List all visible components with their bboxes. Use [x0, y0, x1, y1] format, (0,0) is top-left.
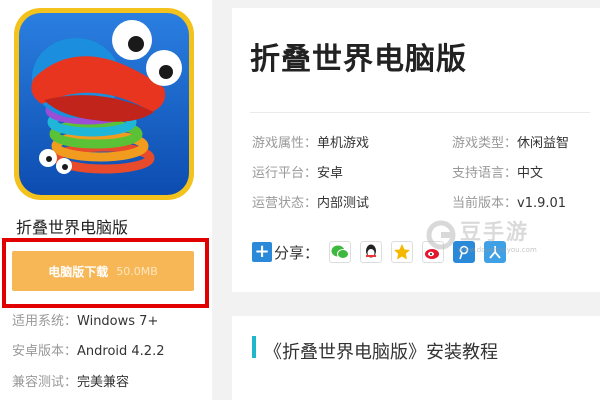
page-title: 折叠世界电脑版	[250, 42, 467, 77]
game-detail-card: 折叠世界电脑版 游戏属性：单机游戏 游戏类型：休闲益智 运行平台：安卓 支持语言…	[232, 8, 600, 292]
app-icon[interactable]	[14, 8, 194, 200]
prop-status-key: 运营状态：	[252, 196, 318, 211]
prop-status-value: 内部测试	[317, 196, 370, 211]
tutorial-card: 《折叠世界电脑版》安装教程	[232, 316, 600, 400]
prop-platform-value: 安卓	[317, 166, 344, 181]
qzone-icon[interactable]	[391, 241, 414, 263]
prop-version-key: 当前版本：	[452, 196, 518, 211]
prop-status: 运营状态：内部测试	[252, 192, 369, 211]
prop-platform-key: 运行平台：	[252, 166, 318, 181]
qq-icon[interactable]	[360, 241, 383, 263]
info-android-value: Android 4.2.2	[77, 344, 165, 359]
watermark-url: www.doushouyou.com	[458, 246, 537, 254]
info-compat: 兼容测试：完美兼容	[12, 371, 129, 390]
prop-language-key: 支持语言：	[452, 166, 518, 181]
prop-type-key: 游戏类型：	[452, 136, 518, 151]
tutorial-title[interactable]: 《折叠世界电脑版》安装教程	[264, 338, 498, 364]
wechat-icon[interactable]	[329, 241, 352, 263]
app-icon-artwork	[14, 8, 194, 200]
info-os: 适用系统：Windows 7+	[12, 310, 158, 329]
prop-language: 支持语言：中文	[452, 162, 543, 181]
info-android-key: 安卓版本：	[12, 344, 78, 359]
watermark-logo-icon	[426, 220, 456, 250]
watermark-text: 豆手游	[460, 220, 529, 244]
prop-attribute-key: 游戏属性：	[252, 136, 318, 151]
app-name: 折叠世界电脑版	[16, 218, 129, 237]
section-accent-bar	[252, 336, 256, 358]
download-highlight-box: 电脑版下载 50.0MB	[2, 238, 209, 308]
prop-type-value: 休闲益智	[517, 136, 570, 151]
prop-version: 当前版本：v1.9.01	[452, 192, 566, 211]
prop-language-value: 中文	[517, 166, 544, 181]
prop-attribute: 游戏属性：单机游戏	[252, 132, 369, 151]
divider	[250, 112, 590, 113]
prop-version-value: v1.9.01	[517, 196, 567, 211]
info-android: 安卓版本：Android 4.2.2	[12, 340, 165, 359]
share-label: 分享：	[274, 243, 320, 262]
download-button-label: 电脑版下载	[48, 264, 109, 279]
site-watermark: 豆手游 www.doushouyou.com	[424, 216, 537, 262]
pc-download-button[interactable]: 电脑版下载 50.0MB	[12, 251, 194, 291]
info-compat-value: 完美兼容	[77, 375, 130, 390]
prop-type: 游戏类型：休闲益智	[452, 132, 569, 151]
app-sidebar-card: 折叠世界电脑版 电脑版下载 50.0MB 适用系统：Windows 7+ 安卓版…	[0, 0, 212, 400]
share-plus-icon[interactable]: +	[252, 242, 272, 262]
info-compat-key: 兼容测试：	[12, 375, 78, 390]
info-os-key: 适用系统：	[12, 314, 78, 329]
download-size: 50.0MB	[116, 264, 158, 278]
info-os-value: Windows 7+	[77, 314, 159, 329]
prop-attribute-value: 单机游戏	[317, 136, 370, 151]
prop-platform: 运行平台：安卓	[252, 162, 343, 181]
